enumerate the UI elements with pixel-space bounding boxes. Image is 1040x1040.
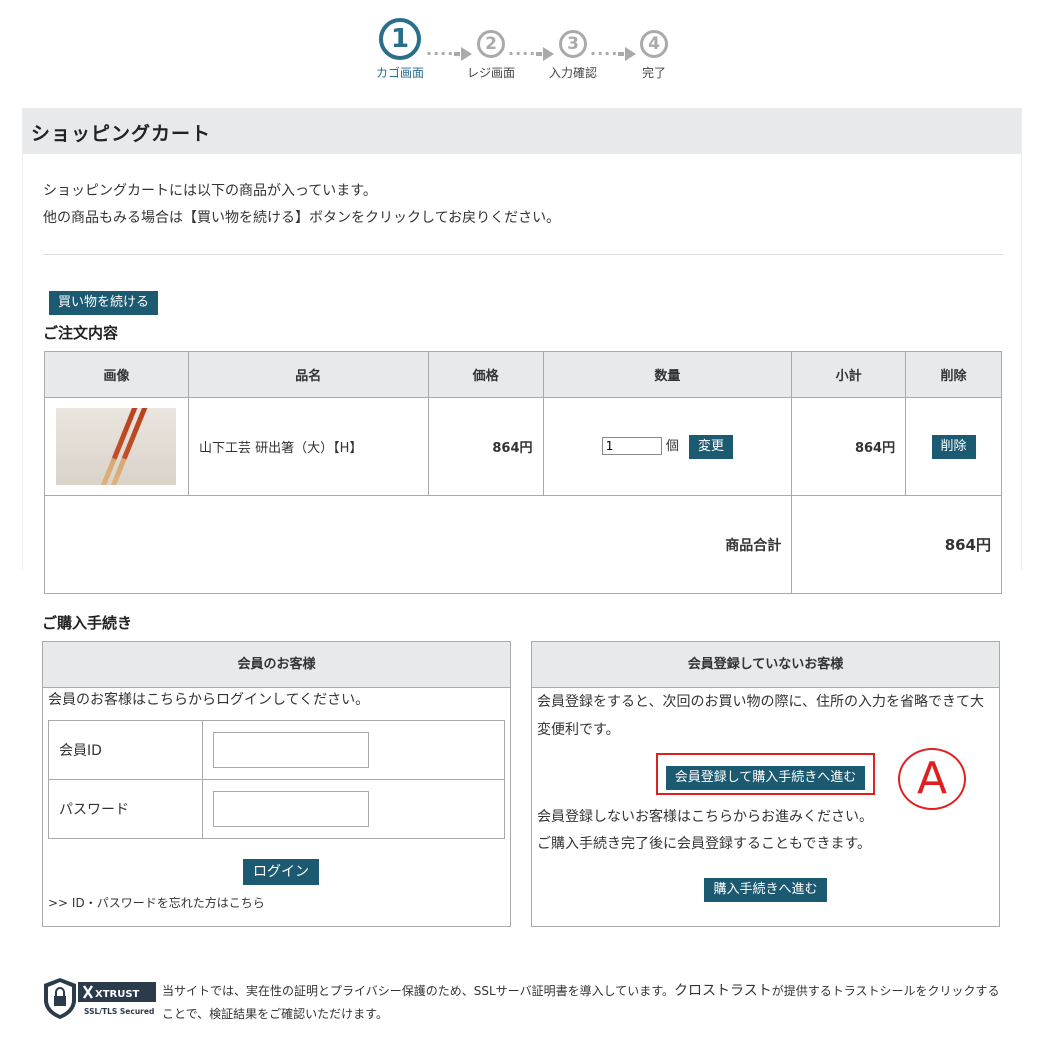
member-text: 会員のお客様はこちらからログインしてください。 (48, 692, 370, 708)
col-delete: 削除 (905, 351, 1002, 398)
guest-text-1: 会員登録をすると、次回のお買い物の際に、住所の入力を省略できて大変便利です。 (537, 694, 985, 738)
step-label-register: レジ画面 (466, 66, 515, 80)
step-number-2: 2 (477, 30, 505, 58)
cart-table: 画像 品名 価格 数量 小計 削除 山下工芸 研出箸（大）【H】 864円 個 … (43, 351, 1002, 594)
member-header: 会員のお客様 (43, 642, 510, 688)
proceed-to-purchase-button[interactable]: 購入手続きへ進む (704, 878, 827, 902)
product-name: 山下工芸 研出箸（大）【H】 (187, 397, 429, 496)
seal-subtitle: SSL/TLS Secured (84, 1007, 154, 1016)
total-value: 864円 (791, 495, 1002, 594)
password-label: パスワード (48, 779, 203, 839)
step-cart: 1 カゴ画面 (370, 18, 430, 81)
login-form: 会員ID パスワード (48, 720, 505, 839)
intro-line-1: ショッピングカートには以下の商品が入っています。 (43, 183, 377, 199)
footer-text-1: 当サイトでは、実在性の証明とプライバシー保護のため、SSLサーバ証明書を導入して… (162, 984, 675, 998)
seal-brand: XTRUST (95, 989, 140, 1000)
guest-header: 会員登録していないお客様 (532, 642, 999, 688)
step-number-4: 4 (640, 30, 668, 58)
cart-panel: ショッピングカート ショッピングカートには以下の商品が入っています。 他の商品も… (22, 108, 1022, 594)
member-id-label: 会員ID (48, 720, 203, 780)
col-quantity: 数量 (542, 351, 793, 398)
step-number-1: 1 (379, 18, 421, 60)
table-row: 山下工芸 研出箸（大）【H】 864円 個 変更 864円 削除 (44, 397, 1002, 496)
col-price: 価格 (427, 351, 544, 398)
order-contents-heading: ご注文内容 (43, 324, 119, 342)
cart-table-header: 画像 品名 価格 数量 小計 削除 (44, 351, 1002, 398)
annotation-marker: A (898, 748, 966, 810)
member-id-input[interactable] (213, 732, 369, 768)
guest-text-3: ご購入手続き完了後に会員登録することもできます。 (537, 836, 872, 852)
quantity-input[interactable] (601, 436, 662, 455)
col-name: 品名 (187, 351, 429, 398)
product-image[interactable] (56, 408, 177, 485)
member-box: 会員のお客様 会員のお客様はこちらからログインしてください。 会員ID パスワー… (42, 641, 511, 927)
continue-shopping-button[interactable]: 買い物を続ける (49, 291, 159, 315)
total-label: 商品合計 (43, 495, 793, 594)
page-title: ショッピングカート (23, 108, 1021, 154)
col-image: 画像 (44, 351, 189, 398)
step-label-complete: 完了 (641, 66, 666, 80)
step-complete: 4 完了 (624, 18, 684, 81)
col-subtotal: 小計 (791, 351, 907, 398)
quantity-unit: 個 (665, 438, 679, 454)
total-row: 商品合計 864円 (43, 495, 1002, 594)
intro-line-2: 他の商品もみる場合は【買い物を続ける】ボタンをクリックしてお戻りください。 (43, 210, 561, 226)
footer: XTRUST SSL/TLS Secured 当サイトでは、実在性の証明とプライ… (40, 976, 1000, 1026)
login-button[interactable]: ログイン (243, 859, 319, 885)
step-number-3: 3 (559, 30, 587, 58)
purchase-heading: ご購入手続き (42, 614, 133, 632)
product-subtotal: 864円 (791, 397, 907, 496)
cart-intro: ショッピングカートには以下の商品が入っています。 他の商品もみる場合は【買い物を… (43, 178, 560, 232)
forgot-password-link[interactable]: >> ID・パスワードを忘れた方はこちら (48, 894, 265, 911)
step-label-cart: カゴ画面 (375, 66, 424, 80)
xtrust-seal-icon[interactable]: XTRUST SSL/TLS Secured (40, 976, 158, 1020)
delete-item-button[interactable]: 削除 (931, 434, 976, 459)
password-input[interactable] (213, 791, 369, 827)
footer-text-brand: クロストラスト (674, 983, 772, 999)
annotation-highlight-box (656, 753, 875, 795)
footer-text: 当サイトでは、実在性の証明とプライバシー保護のため、SSLサーバ証明書を導入して… (162, 980, 1002, 1026)
product-price: 864円 (427, 397, 544, 496)
divider (43, 254, 1003, 255)
step-label-confirm: 入力確認 (548, 66, 597, 80)
checkout-steps: 1 カゴ画面 ···· 2 レジ画面 ···· 3 入力確認 ···· 4 完了 (370, 18, 680, 88)
change-quantity-button[interactable]: 変更 (689, 434, 734, 459)
